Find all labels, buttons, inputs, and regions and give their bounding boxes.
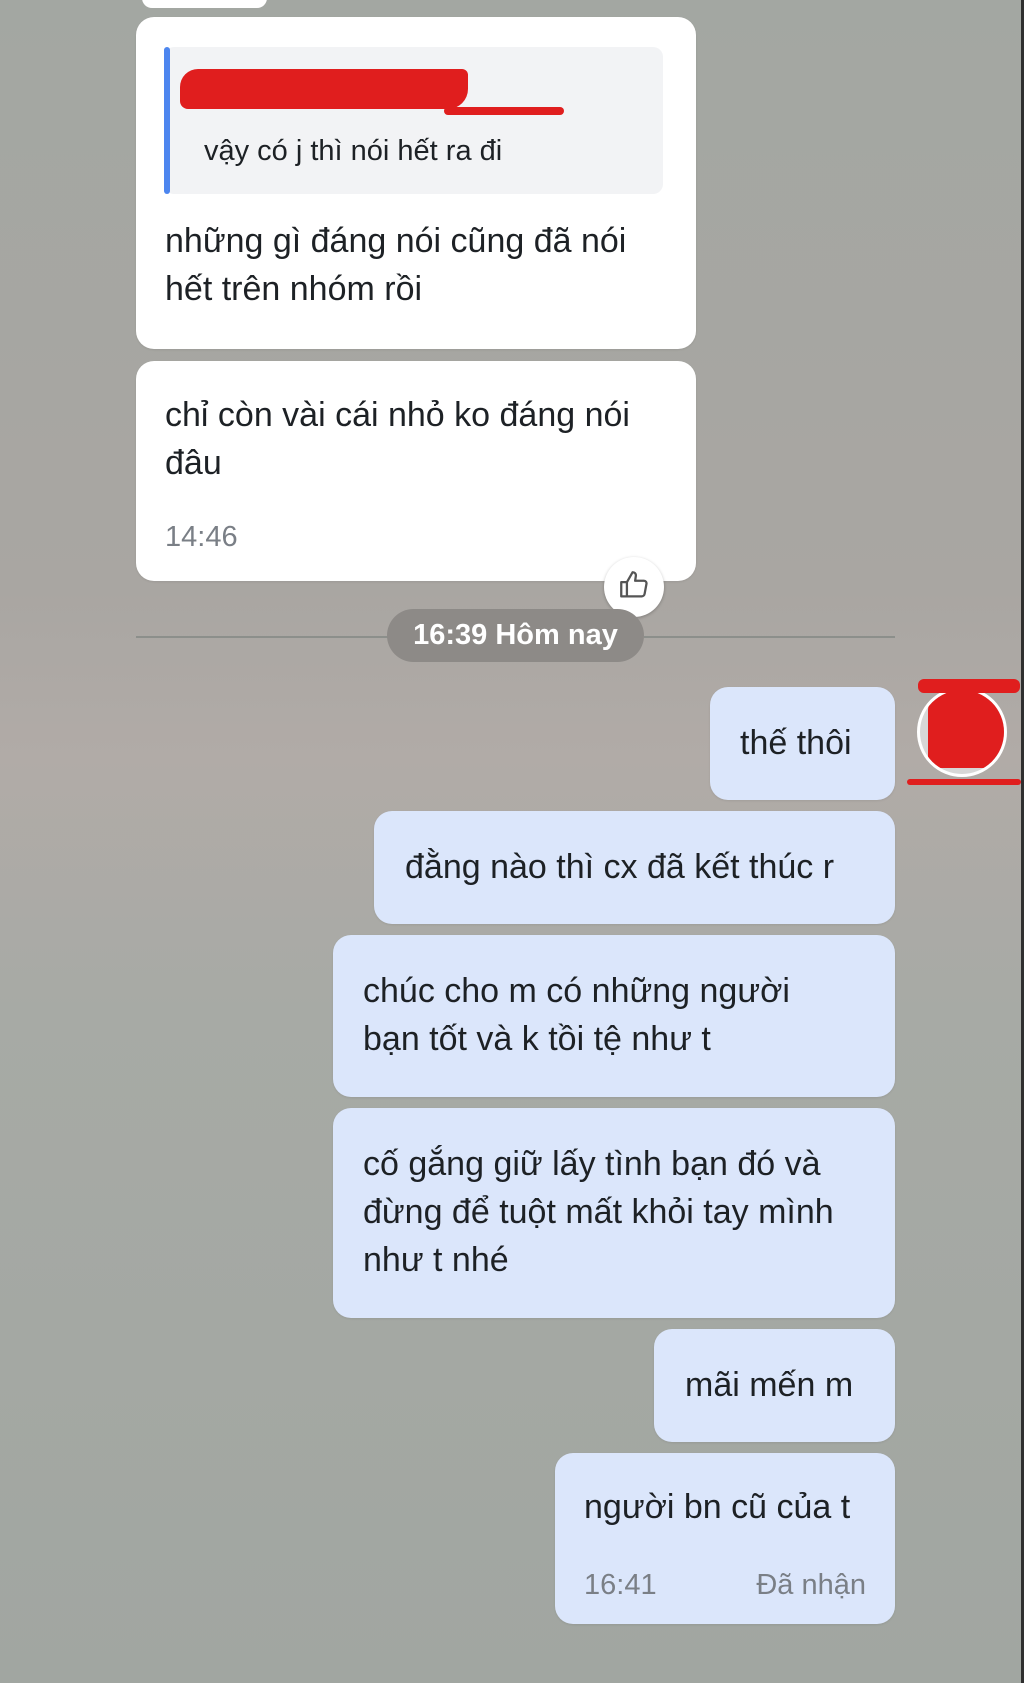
message-text: thế thôi (740, 724, 852, 762)
avatar-redaction-underline (907, 779, 1021, 785)
message-text: người bn cũ của t (584, 1488, 851, 1526)
divider-line-left (136, 636, 388, 638)
message-text: chỉ còn vài cái nhỏ ko đáng nói đâu (165, 396, 640, 482)
message-text: những gì đáng nói cũng đã nói hết trên n… (165, 222, 636, 308)
message-text: đằng nào thì cx đã kết thúc r (405, 848, 835, 886)
outgoing-message-bubble[interactable]: đằng nào thì cx đã kết thúc r (374, 811, 895, 924)
previous-message-bubble (142, 0, 267, 8)
sender-redaction-tail (444, 107, 564, 115)
avatar-redaction (928, 690, 1004, 768)
message-text: cố gắng giữ lấy tình bạn đó và đừng để t… (363, 1145, 844, 1279)
quoted-message-text: vậy có j thì nói hết ra đi (204, 135, 503, 167)
outgoing-message-bubble[interactable]: người bn cũ của t 16:41 Đã nhận (555, 1453, 895, 1624)
outgoing-message-bubble[interactable]: cố gắng giữ lấy tình bạn đó và đừng để t… (333, 1108, 895, 1318)
incoming-message-bubble[interactable]: chỉ còn vài cái nhỏ ko đáng nói đâu 14:4… (136, 361, 696, 581)
message-time: 16:41 (584, 1569, 657, 1601)
incoming-message-bubble[interactable]: vậy có j thì nói hết ra đi những gì đáng… (136, 17, 696, 349)
date-divider: 16:39 Hôm nay (387, 609, 644, 662)
message-text: mãi mến m (685, 1366, 854, 1404)
thumbs-up-icon (617, 568, 651, 607)
outgoing-message-bubble[interactable]: mãi mến m (654, 1329, 895, 1442)
delivery-status: Đã nhận (756, 1569, 866, 1601)
outgoing-message-bubble[interactable]: chúc cho m có những người bạn tốt và k t… (333, 935, 895, 1097)
message-time: 14:46 (165, 521, 238, 553)
outgoing-message-bubble[interactable]: thế thôi (710, 687, 895, 800)
avatar[interactable] (917, 687, 1007, 777)
avatar-redaction-top (918, 679, 1020, 693)
quoted-reply[interactable]: vậy có j thì nói hết ra đi (164, 47, 663, 194)
divider-line-right (644, 636, 895, 638)
like-reaction-button[interactable] (604, 557, 664, 617)
quote-accent-bar (164, 47, 170, 194)
message-text: chúc cho m có những người bạn tốt và k t… (363, 972, 800, 1058)
sender-redaction (180, 69, 468, 109)
